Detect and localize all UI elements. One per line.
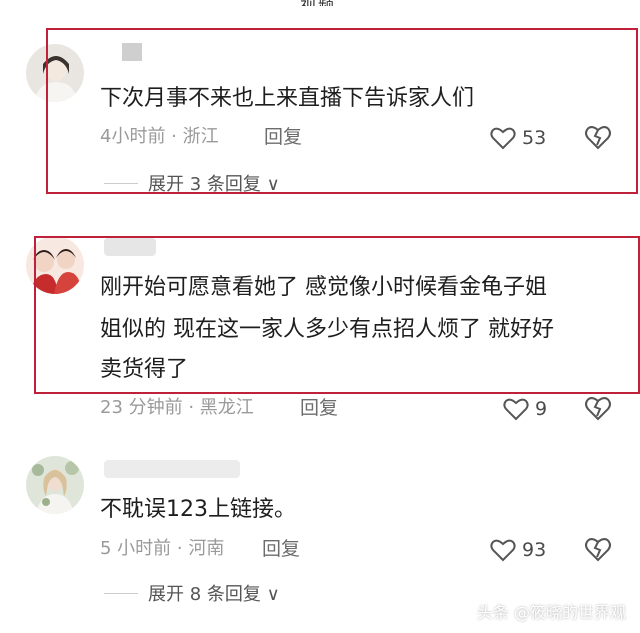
broken-heart-icon	[585, 397, 611, 421]
like-button[interactable]: 9	[503, 395, 547, 423]
reply-button[interactable]: 回复	[262, 536, 300, 562]
dislike-button[interactable]	[584, 395, 612, 423]
username-blurred	[104, 460, 240, 478]
highlight-box	[34, 236, 640, 394]
comment-3: 不耽误123上链接。 5 小时前 · 河南 回复 93 展开 8 条回复 ∨	[0, 430, 640, 610]
divider-line	[104, 592, 138, 594]
like-count: 9	[535, 398, 548, 420]
comment-2: 刚开始可愿意看她了 感觉像小时候看金龟子姐 姐似的 现在这一家人多少有点招人烦了…	[0, 200, 640, 430]
reply-button[interactable]: 回复	[300, 395, 338, 421]
like-button[interactable]: 93	[490, 536, 546, 564]
like-count: 93	[522, 539, 547, 561]
heart-outline-icon	[490, 539, 516, 562]
comment-text: 不耽误123上链接。	[100, 497, 296, 522]
heart-outline-icon	[503, 398, 529, 421]
highlight-box	[46, 28, 638, 194]
broken-heart-icon	[585, 538, 611, 562]
comment-1: 下次月事不来也上来直播下告诉家人们 4小时前 · 浙江 回复 53 展开 3 条…	[0, 0, 640, 200]
dislike-button[interactable]	[584, 536, 612, 564]
avatar[interactable]	[26, 456, 84, 514]
expand-replies-label: 展开 8 条回复 ∨	[148, 584, 280, 605]
comment-meta: 5 小时前 · 河南	[100, 538, 225, 559]
watermark: 头条 @筱晓的世界观	[476, 603, 626, 622]
comment-meta: 23 分钟前 · 黑龙江	[100, 397, 254, 418]
expand-replies-button[interactable]: 展开 8 条回复 ∨	[104, 580, 280, 606]
